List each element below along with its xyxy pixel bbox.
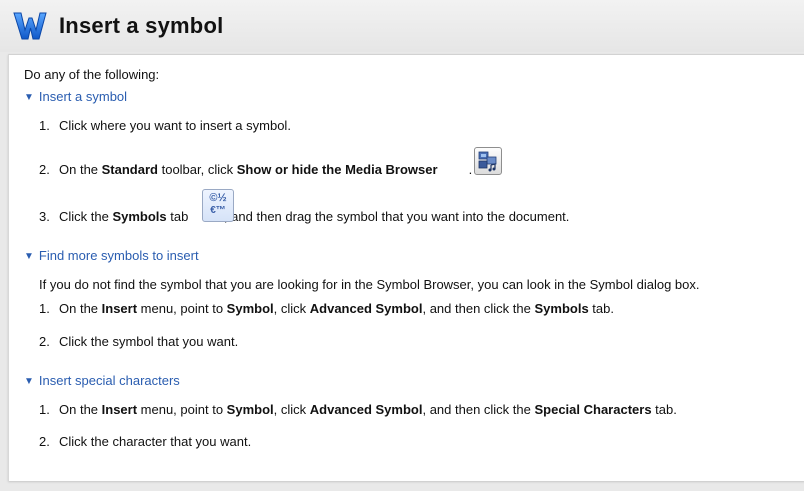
symbols-tab-glyphs-top: ©½: [209, 192, 227, 204]
list-item: 1. On the Insert menu, point to Symbol, c…: [39, 301, 614, 316]
section-title: Insert a symbol: [38, 89, 128, 104]
disclosure-triangle-icon: ▼: [24, 376, 34, 387]
section-title: Insert special characters: [38, 373, 180, 388]
section-title: Find more symbols to insert: [38, 248, 199, 263]
list-item: 1. On the Insert menu, point to Symbol, c…: [39, 402, 677, 417]
list-item: 1. Click where you want to insert a symbo…: [39, 118, 291, 133]
media-browser-icon: [474, 147, 502, 175]
symbols-tab-glyphs-bottom: €™: [210, 205, 226, 216]
intro-text: Do any of the following:: [24, 67, 160, 82]
word-logo-icon: [13, 12, 47, 40]
section-intro-text: If you do not find the symbol that you a…: [39, 277, 700, 292]
section-insert-special-characters-toggle[interactable]: ▼ Insert special characters: [24, 373, 180, 390]
list-item: 2. Click the character that you want.: [39, 434, 252, 449]
list-item: 2. Click the symbol that you want.: [39, 334, 239, 349]
section-find-more-symbols-toggle[interactable]: ▼ Find more symbols to insert: [24, 248, 199, 265]
symbols-tab-icon: ©½ €™: [202, 189, 234, 222]
disclosure-triangle-icon: ▼: [24, 92, 34, 103]
list-item: 3. Click the Symbols tab , and then drag …: [39, 209, 570, 224]
help-header: Insert a symbol: [0, 0, 804, 52]
section-insert-symbol-toggle[interactable]: ▼ Insert a symbol: [24, 89, 127, 106]
help-content-panel: Do any of the following: ▼ Insert a symbo…: [8, 54, 804, 481]
page-title: Insert a symbol: [59, 13, 224, 38]
disclosure-triangle-icon: ▼: [24, 251, 34, 262]
list-item: 2. On the Standard toolbar, click Show or…: [39, 162, 473, 177]
